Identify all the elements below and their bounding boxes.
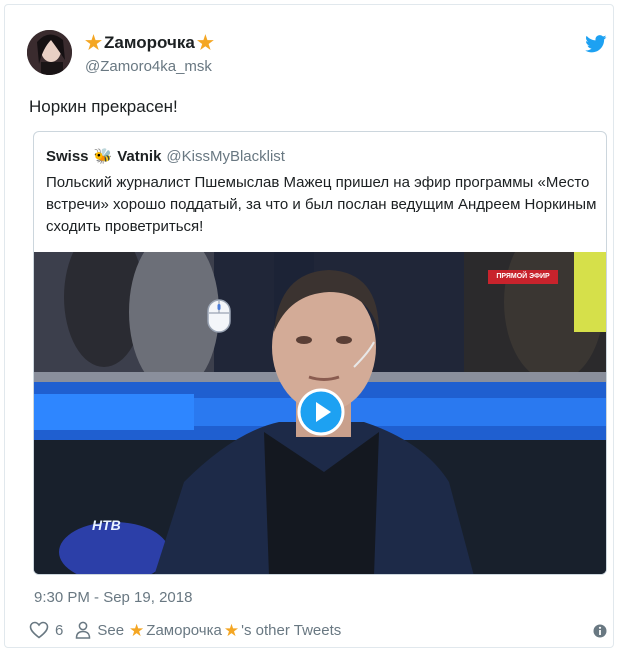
live-badge: ПРЯМОЙ ЭФИР [488,270,558,284]
star-icon: ★ [85,32,103,54]
quoted-name-first: Swiss [46,147,89,165]
tweet-timestamp[interactable]: 9:30 PM - Sep 19, 2018 [34,589,192,606]
see-prefix: See [97,621,125,639]
author-handle[interactable]: @Zamoro4ka_msk [85,58,212,75]
author-name[interactable]: ★ Zaморочка ★ [85,33,214,53]
avatar[interactable] [27,30,72,75]
star-icon: ★ [196,32,214,54]
video-player[interactable]: ПРЯМОЙ ЭФИР НТВ [34,252,606,574]
quoted-handle: @KissMyBlacklist [166,147,285,165]
quoted-author[interactable]: Swiss 🐝 Vatnik @KissMyBlacklist [46,147,285,166]
see-suffix: 's other Tweets [241,621,342,639]
quoted-text: Польский журналист Пшемыслав Мажец прише… [46,174,597,235]
author-name-label: Zaморочка [104,33,195,52]
see-name: Zaморочка [146,621,222,639]
play-button-icon[interactable] [297,388,345,436]
twitter-bird-icon[interactable] [585,35,607,53]
heart-icon[interactable] [29,621,49,639]
tweet-actions: 6 See ★ Zaморочка ★ 's other Tweets [29,621,341,639]
star-icon: ★ [129,620,145,640]
tweet-text: Норкин прекрасен! [29,97,178,116]
mouse-cursor-icon [207,299,231,333]
person-icon [76,621,91,639]
embedded-tweet-card: ★ Zaморочка ★ @Zamoro4ka_msk Норкин прек… [4,4,614,648]
quoted-name-second: Vatnik [117,147,162,165]
like-count[interactable]: 6 [55,622,63,639]
bee-emoji-icon: 🐝 [93,148,113,165]
info-icon[interactable] [593,624,607,638]
quoted-tweet[interactable]: Swiss 🐝 Vatnik @KissMyBlacklist Польский… [33,131,607,575]
see-other-tweets-link[interactable]: See ★ Zaморочка ★ 's other Tweets [97,622,341,639]
ntv-channel-logo: НТВ [92,517,121,533]
star-icon: ★ [223,620,240,640]
